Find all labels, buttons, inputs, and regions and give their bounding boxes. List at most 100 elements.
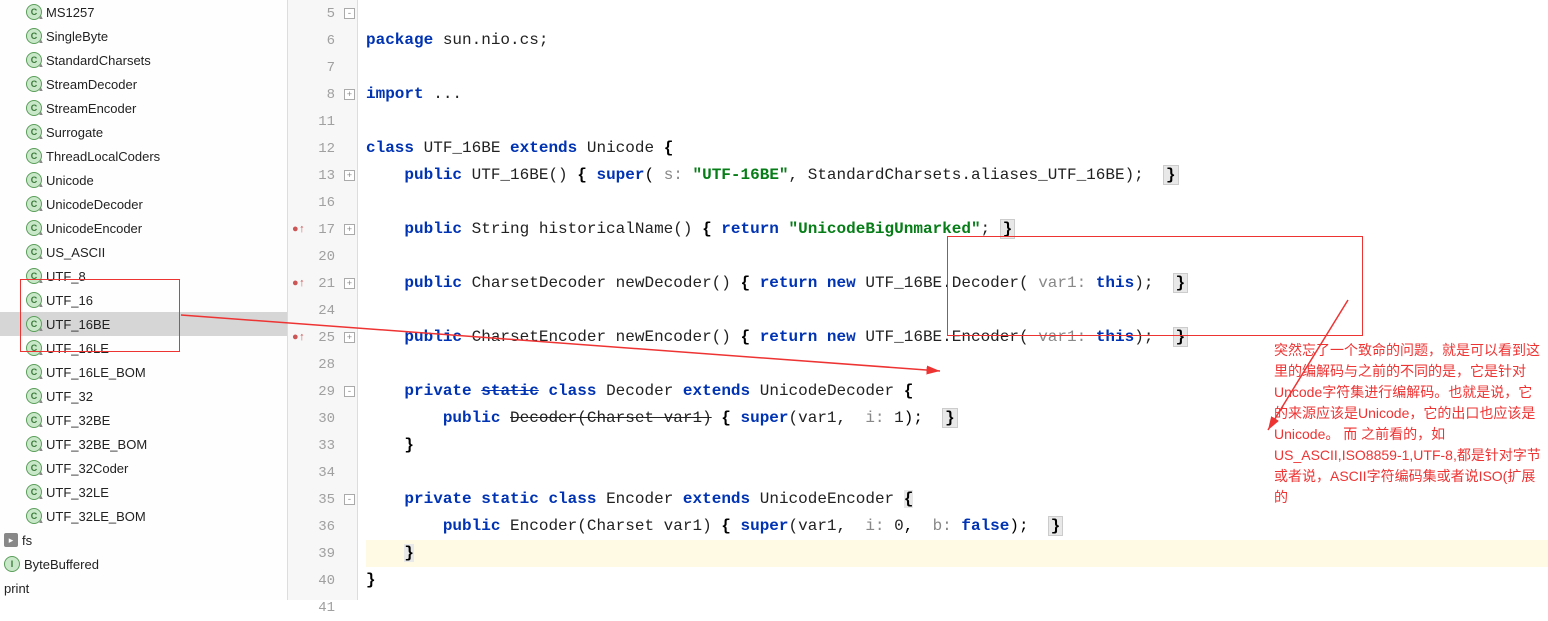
tree-label: UTF_32BE_BOM [46, 437, 147, 452]
fold-icon[interactable]: + [344, 89, 355, 100]
tree-item-unicode[interactable]: CUnicode [0, 168, 287, 192]
class-icon: C [26, 388, 42, 404]
tree-item-unicodedecoder[interactable]: CUnicodeDecoder [0, 192, 287, 216]
gutter-line: ●↑25+ [288, 324, 357, 351]
code-line[interactable] [366, 297, 1548, 324]
code-line[interactable]: } [366, 567, 1548, 594]
gutter-line: 36 [288, 513, 357, 540]
tree-label: MS1257 [46, 5, 94, 20]
override-icon[interactable]: ●↑ [292, 224, 305, 236]
fold-icon[interactable]: + [344, 170, 355, 181]
tree-item-standardcharsets[interactable]: CStandardCharsets [0, 48, 287, 72]
class-icon: C [26, 292, 42, 308]
gutter-line: 35- [288, 486, 357, 513]
tree-label: US_ASCII [46, 245, 105, 260]
class-icon: C [26, 508, 42, 524]
code-line[interactable] [366, 0, 1548, 27]
gutter-line: 30 [288, 405, 357, 432]
gutter-line: ●↑21+ [288, 270, 357, 297]
tree-label: Surrogate [46, 125, 103, 140]
tree-label: UTF_16BE [46, 317, 110, 332]
fold-icon[interactable]: + [344, 332, 355, 343]
class-icon: C [26, 268, 42, 284]
code-line[interactable]: public CharsetDecoder newDecoder() { ret… [366, 270, 1548, 297]
tree-item-streamdecoder[interactable]: C StreamDecoder [0, 72, 287, 96]
class-icon: C [26, 436, 42, 452]
tree-item-streamencoder[interactable]: CStreamEncoder [0, 96, 287, 120]
tree-item-surrogate[interactable]: CSurrogate [0, 120, 287, 144]
code-line[interactable] [366, 189, 1548, 216]
tree-label: UTF_32LE [46, 485, 109, 500]
tree-item-utf_32be_bom[interactable]: C UTF_32BE_BOM [0, 432, 287, 456]
gutter-line: 6 [288, 27, 357, 54]
tree-item-utf_8[interactable]: CUTF_8 [0, 264, 287, 288]
class-icon: C [26, 244, 42, 260]
tree-item-unicodeencoder[interactable]: C UnicodeEncoder [0, 216, 287, 240]
tree-item-utf_16le_bom[interactable]: CUTF_16LE_BOM [0, 360, 287, 384]
tree-item-utf_16[interactable]: CUTF_16 [0, 288, 287, 312]
class-icon: C [26, 76, 42, 92]
class-icon: C [26, 172, 42, 188]
tree-label: UTF_32BE [46, 413, 110, 428]
tree-label: ThreadLocalCoders [46, 149, 160, 164]
tree-item-utf_32be[interactable]: CUTF_32BE [0, 408, 287, 432]
fold-icon[interactable]: + [344, 224, 355, 235]
code-line[interactable] [366, 54, 1548, 81]
tree-item-utf_32le_bom[interactable]: C UTF_32LE_BOM [0, 504, 287, 528]
tree-item-utf_16le[interactable]: CUTF_16LE [0, 336, 287, 360]
class-icon: C [26, 4, 42, 20]
gutter-line: 11 [288, 108, 357, 135]
tree-item-singlebyte[interactable]: CSingleByte [0, 24, 287, 48]
class-icon: C [26, 196, 42, 212]
gutter-line: 28 [288, 351, 357, 378]
tree-item-threadlocalcoders[interactable]: C ThreadLocalCoders [0, 144, 287, 168]
fold-icon[interactable]: - [344, 8, 355, 19]
code-line[interactable]: public Encoder(Charset var1) { super(var… [366, 513, 1548, 540]
code-line[interactable] [366, 594, 1548, 600]
code-line[interactable]: package sun.nio.cs; [366, 27, 1548, 54]
tree-label: StreamDecoder [46, 77, 137, 92]
gutter-line: 20 [288, 243, 357, 270]
tree-item-ms1257[interactable]: C MS1257 [0, 0, 287, 24]
code-line[interactable] [366, 108, 1548, 135]
tree-item-utf_16be[interactable]: C UTF_16BE [0, 312, 287, 336]
class-icon: C [26, 220, 42, 236]
gutter-line: 12 [288, 135, 357, 162]
code-line[interactable] [366, 243, 1548, 270]
override-icon[interactable]: ●↑ [292, 332, 305, 344]
gutter-line: 40 [288, 567, 357, 594]
code-line[interactable]: } [366, 540, 1548, 567]
tree-label: SingleByte [46, 29, 108, 44]
tree-label: UTF_32 [46, 389, 93, 404]
code-line[interactable]: public String historicalName() { return … [366, 216, 1548, 243]
tree-item-print[interactable]: print [0, 576, 287, 600]
override-icon[interactable]: ●↑ [292, 278, 305, 290]
code-line[interactable]: import ... [366, 81, 1548, 108]
code-line[interactable]: public UTF_16BE() { super( s: "UTF-16BE"… [366, 162, 1548, 189]
class-icon: C [26, 460, 42, 476]
tree-item-utf_32[interactable]: C UTF_32 [0, 384, 287, 408]
tree-item-bytebuffered[interactable]: IByteBuffered [0, 552, 287, 576]
class-icon: C [26, 316, 42, 332]
tree-label: UTF_32LE_BOM [46, 509, 146, 524]
tree-item-fs[interactable]: ▸fs [0, 528, 287, 552]
code-editor[interactable]: package sun.nio.cs; import ... class UTF_1… [358, 0, 1548, 600]
tree-label: print [4, 581, 29, 596]
interface-icon: I [4, 556, 20, 572]
tree-item-utf_32coder[interactable]: CUTF_32Coder [0, 456, 287, 480]
class-icon: C [26, 148, 42, 164]
gutter-line: 7 [288, 54, 357, 81]
class-icon: C [26, 52, 42, 68]
gutter-line: 24 [288, 297, 357, 324]
tree-item-us_ascii[interactable]: C US_ASCII [0, 240, 287, 264]
gutter-line: 33 [288, 432, 357, 459]
tree-label: StreamEncoder [46, 101, 136, 116]
fold-icon[interactable]: + [344, 278, 355, 289]
tree-item-utf_32le[interactable]: CUTF_32LE [0, 480, 287, 504]
fold-icon[interactable]: - [344, 386, 355, 397]
code-line[interactable]: class UTF_16BE extends Unicode { [366, 135, 1548, 162]
gutter: 5-678+111213+16●↑17+20●↑21+24●↑25+2829-3… [288, 0, 358, 600]
tree-label: UnicodeEncoder [46, 221, 142, 236]
fold-icon[interactable]: - [344, 494, 355, 505]
project-tree[interactable]: CMS1257CSingleByteCStandardCharsetsCStre… [0, 0, 288, 600]
